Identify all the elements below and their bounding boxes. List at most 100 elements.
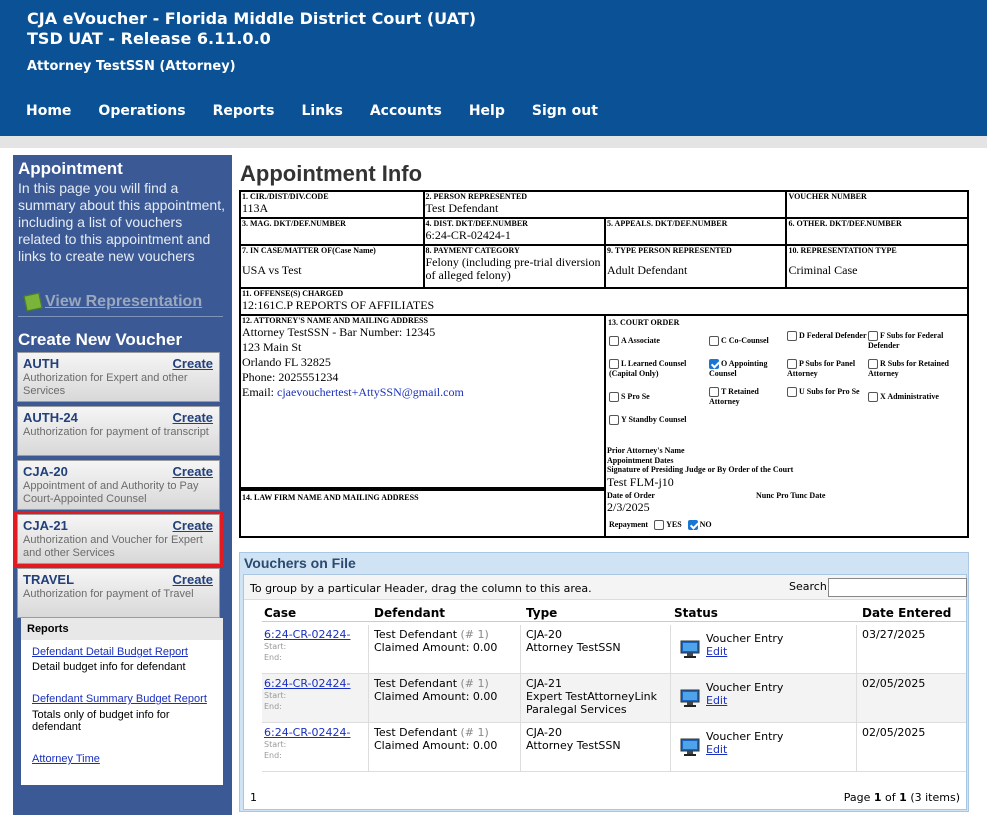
- column-type[interactable]: Type: [526, 606, 557, 620]
- search-label: Search:: [789, 580, 831, 593]
- view-representation-link[interactable]: View Representation: [23, 292, 203, 312]
- defendant-summary-budget-report-link[interactable]: Defendant Summary Budget Report: [32, 693, 207, 705]
- nav-sign-out[interactable]: Sign out: [532, 103, 598, 119]
- reports-panel: Reports Defendant Detail Budget Report D…: [21, 618, 223, 785]
- table-row: 6:24-CR-02424- Start: End: Test Defendan…: [262, 723, 966, 772]
- create-auth-24-link[interactable]: Create: [173, 410, 213, 425]
- table-row: 6:24-CR-02424- Start: End: Test Defendan…: [262, 625, 966, 674]
- create-cja-21-link[interactable]: Create: [173, 518, 213, 533]
- group-by-hint[interactable]: To group by a particular Header, drag th…: [250, 582, 592, 595]
- sidebar-title: Appointment: [18, 159, 123, 178]
- case-link[interactable]: 6:24-CR-02424-: [264, 677, 350, 690]
- column-date-entered[interactable]: Date Entered: [862, 606, 951, 620]
- report-description: Totals only of budget info for defendant: [32, 709, 170, 733]
- defendant-detail-budget-report-link[interactable]: Defendant Detail Budget Report: [32, 646, 188, 658]
- attorney-email-link[interactable]: cjaevouchertest+AttySSN@gmail.com: [277, 385, 464, 399]
- pager-info: Page 1 of 1 (3 items): [843, 791, 960, 804]
- repayment-row: Repayment YES NO: [608, 520, 712, 530]
- current-user: Attorney TestSSN (Attorney): [27, 59, 236, 74]
- court-order-u[interactable]: U Subs for Pro Se: [786, 387, 867, 397]
- monitor-icon: [680, 640, 700, 658]
- field-dist-dkt: 4. DIST. DKT/DEF.NUMBER 6:24-CR-02424-1: [422, 217, 606, 246]
- main-nav: Home Operations Reports Links Accounts H…: [26, 103, 625, 119]
- signature-value: Test FLM-j10: [606, 475, 674, 489]
- reports-title: Reports: [21, 618, 223, 640]
- column-case[interactable]: Case: [264, 606, 296, 620]
- nav-operations[interactable]: Operations: [98, 103, 185, 119]
- voucher-option-travel: TRAVEL Create Authorization for payment …: [17, 568, 220, 618]
- voucher-option-name: TRAVEL: [23, 572, 75, 587]
- voucher-option-name: AUTH: [23, 356, 60, 371]
- case-link[interactable]: 6:24-CR-02424-: [264, 726, 350, 739]
- voucher-option-cja-20: CJA-20 Create Appointment of and Authori…: [17, 460, 220, 510]
- field-representation-type: 10. REPRESENTATION TYPE Criminal Case: [785, 244, 969, 289]
- case-link[interactable]: 6:24-CR-02424-: [264, 628, 350, 641]
- appointment-dates-label: Appointment Dates: [606, 456, 674, 465]
- create-new-voucher-title: Create New Voucher: [18, 330, 183, 349]
- court-order-s[interactable]: S Pro Se: [608, 392, 650, 402]
- nav-accounts[interactable]: Accounts: [370, 103, 442, 119]
- voucher-option-desc: Appointment of and Authority to Pay Cour…: [23, 480, 199, 505]
- voucher-option-desc: Authorization and Voucher for Expert and…: [23, 534, 203, 559]
- court-order-l[interactable]: L Learned Counsel (Capital Only): [608, 359, 707, 378]
- field-court-order: 13. COURT ORDER A Associate C Co-Counsel…: [603, 314, 970, 538]
- nav-help[interactable]: Help: [469, 103, 505, 119]
- voucher-option-auth: AUTH Create Authorization for Expert and…: [17, 352, 220, 402]
- appointment-info-form: 1. CIR./DIST/DIV.CODE 113A 2. PERSON REP…: [239, 190, 970, 538]
- field-mag-dkt: 3. MAG. DKT/DEF.NUMBER: [239, 217, 425, 246]
- field-payment-category: 8. PAYMENT CATEGORY Felony (including pr…: [422, 244, 606, 289]
- voucher-option-name: CJA-20: [23, 464, 68, 479]
- court-order-d[interactable]: D Federal Defender: [786, 331, 867, 341]
- attorney-time-link[interactable]: Attorney Time: [32, 753, 100, 765]
- column-status[interactable]: Status: [674, 606, 718, 620]
- edit-link[interactable]: Edit: [706, 694, 727, 707]
- court-order-x[interactable]: X Administrative: [867, 392, 939, 402]
- court-order-f[interactable]: F Subs for Federal Defender: [867, 331, 968, 350]
- voucher-option-auth-24: AUTH-24 Create Authorization for payment…: [17, 406, 220, 456]
- page-title: Appointment Info: [240, 161, 423, 186]
- view-representation-label: View Representation: [45, 293, 203, 310]
- vouchers-on-file-panel: Vouchers on File To group by a particula…: [239, 552, 969, 812]
- vouchers-on-file-title: Vouchers on File: [244, 555, 356, 571]
- court-order-a[interactable]: A Associate: [608, 336, 660, 346]
- nav-links[interactable]: Links: [301, 103, 342, 119]
- app-title: CJA eVoucher - Florida Middle District C…: [27, 9, 477, 28]
- court-order-o[interactable]: O Appointing Counsel: [708, 359, 785, 378]
- view-representation-icon: [23, 292, 43, 312]
- create-travel-link[interactable]: Create: [173, 572, 213, 587]
- repayment-yes-checkbox[interactable]: [654, 520, 665, 530]
- field-attorney-address: 12. ATTORNEY'S NAME AND MAILING ADDRESS …: [239, 314, 606, 491]
- voucher-option-desc: Authorization for payment of Travel: [23, 588, 194, 600]
- voucher-option-desc: Authorization for Expert and other Servi…: [23, 372, 188, 397]
- nav-home[interactable]: Home: [26, 103, 71, 119]
- date-of-order-label: Date of Order: [606, 491, 655, 500]
- grid-header: Case Defendant Type Status Date Entered: [262, 602, 966, 622]
- create-auth-link[interactable]: Create: [173, 356, 213, 371]
- repayment-no-checkbox[interactable]: [687, 520, 698, 530]
- field-voucher-number: VOUCHER NUMBER: [785, 190, 969, 219]
- app-release: TSD UAT - Release 6.11.0.0: [27, 29, 271, 48]
- edit-link[interactable]: Edit: [706, 743, 727, 756]
- field-law-firm-address: 14. LAW FIRM NAME AND MAILING ADDRESS: [239, 489, 606, 538]
- edit-link[interactable]: Edit: [706, 645, 727, 658]
- create-cja-20-link[interactable]: Create: [173, 464, 213, 479]
- court-order-t[interactable]: T Retained Attorney: [708, 387, 785, 406]
- field-type-person-represented: 9. TYPE PERSON REPRESENTED Adult Defenda…: [603, 244, 788, 289]
- field-other-dkt: 6. OTHER. DKT/DEF.NUMBER: [785, 217, 969, 246]
- sidebar-separator: [18, 316, 223, 317]
- court-order-r[interactable]: R Subs for Retained Attorney: [867, 359, 968, 378]
- sidebar-description: In this page you will find a summary abo…: [18, 180, 225, 264]
- court-order-y[interactable]: Y Standby Counsel: [608, 415, 687, 425]
- monitor-icon: [680, 689, 700, 707]
- page-number-button[interactable]: 1: [250, 791, 257, 804]
- date-of-order-value: 2/3/2025: [606, 500, 650, 514]
- monitor-icon: [680, 738, 700, 756]
- court-order-c[interactable]: C Co-Counsel: [708, 336, 769, 346]
- field-person-represented: 2. PERSON REPRESENTED Test Defendant: [422, 190, 788, 219]
- column-defendant[interactable]: Defendant: [374, 606, 445, 620]
- nav-reports[interactable]: Reports: [213, 103, 275, 119]
- search-input[interactable]: [828, 578, 967, 597]
- court-order-p[interactable]: P Subs for Panel Attorney: [786, 359, 867, 378]
- field-appeals-dkt: 5. APPEALS. DKT/DEF.NUMBER: [603, 217, 788, 246]
- voucher-option-cja-21: CJA-21 Create Authorization and Voucher …: [14, 511, 223, 567]
